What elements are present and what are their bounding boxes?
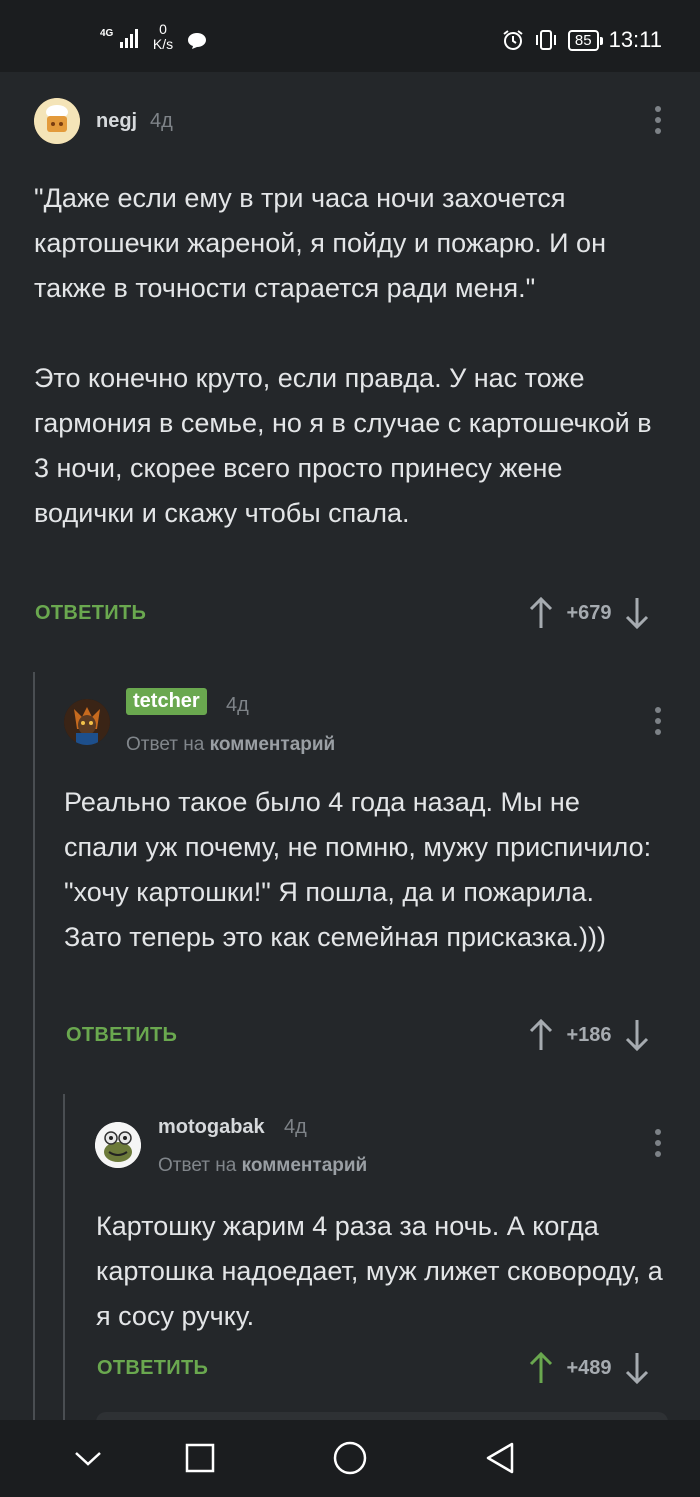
vote-controls: +186 bbox=[528, 1018, 650, 1052]
avatar[interactable] bbox=[64, 699, 110, 745]
downvote-arrow-icon[interactable] bbox=[624, 1351, 650, 1385]
triangle-back-icon bbox=[486, 1442, 514, 1474]
username[interactable]: motogabak bbox=[158, 1116, 265, 1139]
downvote-arrow-icon[interactable] bbox=[624, 1018, 650, 1052]
username-badge[interactable]: tetcher bbox=[126, 688, 207, 715]
reply-button[interactable]: ОТВЕТИТЬ bbox=[35, 602, 146, 625]
username[interactable]: negj bbox=[96, 110, 137, 133]
circle-icon bbox=[333, 1441, 367, 1475]
system-nav-bar bbox=[0, 1420, 700, 1497]
reply-to-prefix: Ответ на bbox=[126, 734, 205, 755]
comment-body: Реально такое было 4 года назад. Мы не с… bbox=[64, 787, 659, 952]
more-options-icon[interactable] bbox=[654, 1129, 662, 1157]
avatar[interactable] bbox=[34, 98, 80, 144]
message-notification-icon bbox=[188, 33, 206, 49]
chevron-down-icon bbox=[75, 1452, 101, 1466]
reply-to-link[interactable]: комментарий bbox=[242, 1155, 368, 1176]
reply-to-note: Ответ на комментарий bbox=[158, 1155, 367, 1177]
back-button[interactable] bbox=[480, 1438, 520, 1478]
square-icon bbox=[185, 1443, 215, 1473]
thread-line bbox=[33, 672, 35, 1420]
more-options-icon[interactable] bbox=[654, 106, 662, 134]
reply-to-link[interactable]: комментарий bbox=[210, 734, 336, 755]
avatar[interactable] bbox=[95, 1122, 141, 1168]
vibrate-icon bbox=[535, 30, 556, 50]
vote-controls: +489 bbox=[528, 1351, 650, 1385]
battery-indicator: 85 bbox=[567, 29, 603, 51]
rating: +489 bbox=[566, 1356, 612, 1379]
comment-body: Картошку жарим 4 раза за ночь. А когда к… bbox=[96, 1211, 671, 1331]
alarm-icon bbox=[503, 30, 523, 50]
collapse-nav-button[interactable] bbox=[68, 1438, 108, 1478]
thread-line bbox=[63, 1094, 65, 1420]
comment-body: "Даже если ему в три часа ночи захочется… bbox=[34, 183, 652, 528]
clock: 13:11 bbox=[608, 27, 662, 52]
home-button[interactable] bbox=[330, 1438, 370, 1478]
avatar-image bbox=[95, 1122, 141, 1168]
network-speed-value: 0 bbox=[159, 21, 167, 37]
svg-text:4G: 4G bbox=[100, 28, 114, 39]
network-speed-unit: K/s bbox=[152, 36, 174, 52]
status-bar: 4G 0 K/s 85 13:11 bbox=[0, 0, 700, 72]
network-speed: 0 K/s bbox=[150, 22, 176, 52]
avatar-image bbox=[34, 98, 80, 144]
status-right: 85 13:11 bbox=[502, 22, 662, 58]
rating: +186 bbox=[566, 1023, 612, 1046]
vote-controls: +679 bbox=[528, 596, 650, 630]
reply-to-note: Ответ на комментарий bbox=[126, 734, 335, 756]
more-options-icon[interactable] bbox=[654, 707, 662, 735]
reply-button[interactable]: ОТВЕТИТЬ bbox=[66, 1024, 177, 1047]
upvote-arrow-icon[interactable] bbox=[528, 596, 554, 630]
comment-time: 4д bbox=[226, 694, 249, 716]
upvote-arrow-icon-active[interactable] bbox=[528, 1351, 554, 1385]
upvote-arrow-icon[interactable] bbox=[528, 1018, 554, 1052]
rating: +679 bbox=[566, 601, 612, 624]
reply-button[interactable]: ОТВЕТИТЬ bbox=[97, 1357, 208, 1380]
downvote-arrow-icon[interactable] bbox=[624, 596, 650, 630]
reply-to-prefix: Ответ на bbox=[158, 1155, 237, 1176]
avatar-image bbox=[64, 699, 110, 745]
comment-time: 4д bbox=[150, 110, 173, 132]
comment-time: 4д bbox=[284, 1116, 307, 1138]
recents-button[interactable] bbox=[180, 1438, 220, 1478]
cellular-signal-icon: 4G bbox=[100, 28, 138, 48]
